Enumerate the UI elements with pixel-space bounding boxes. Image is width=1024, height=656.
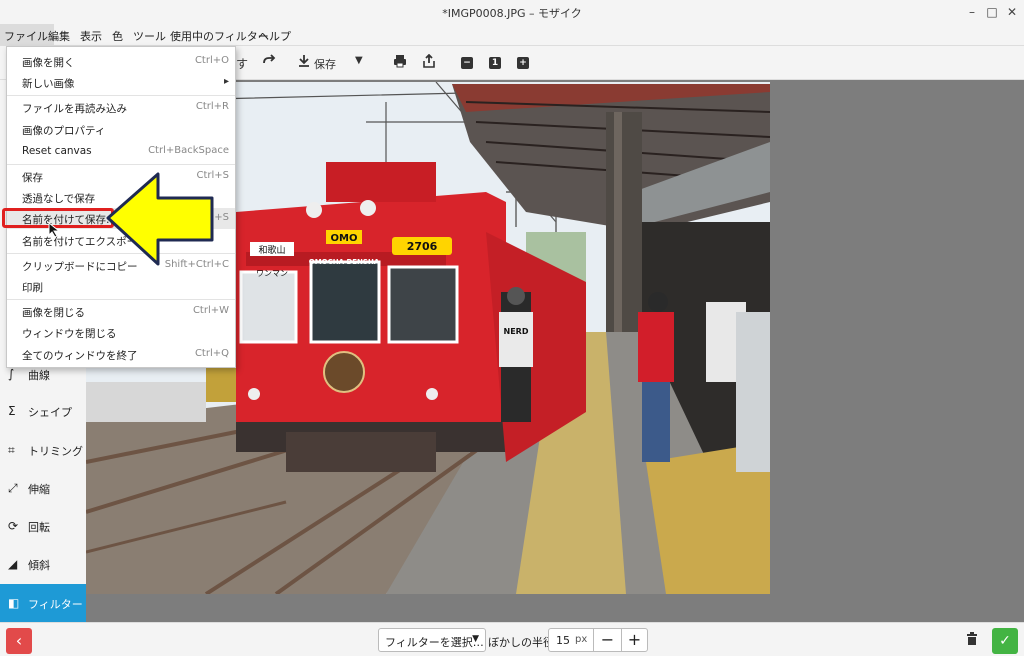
shape-icon: Σ bbox=[8, 404, 16, 418]
menu-item-close-window[interactable]: ウィンドウを閉じる bbox=[7, 322, 235, 343]
filter-icon: ◧ bbox=[8, 596, 20, 610]
menu-item-label: ファイルを再読み込み bbox=[22, 103, 127, 115]
menu-item-label: 画像を閉じる bbox=[22, 307, 85, 319]
menu-file[interactable]: ファイル bbox=[0, 24, 54, 45]
close-icon[interactable]: ✕ bbox=[1004, 4, 1020, 20]
destination-sign-text: 和歌山 bbox=[258, 244, 285, 256]
menu-item-new-image[interactable]: 新しい画像 ▸ bbox=[7, 72, 235, 93]
save-button[interactable]: 保存 bbox=[314, 56, 336, 74]
rotate-icon: ⟳ bbox=[8, 519, 19, 533]
menu-color[interactable]: 色 bbox=[112, 28, 123, 44]
tool-shape[interactable]: Σ シェイプ bbox=[0, 393, 86, 429]
menu-item-label: 画像のプロパティ bbox=[22, 125, 106, 137]
menu-item-label: 新しい画像 bbox=[22, 78, 75, 90]
crop-icon: ⌗ bbox=[8, 443, 15, 457]
car-number-text: 2706 bbox=[407, 240, 438, 253]
arrow-annotation-icon bbox=[106, 172, 214, 266]
menu-separator bbox=[7, 95, 235, 96]
blur-radius-label: ぼかしの半径 bbox=[488, 636, 554, 649]
chevron-right-icon: ▸ bbox=[223, 76, 229, 87]
chevron-down-icon[interactable]: ▼ bbox=[355, 55, 363, 73]
share-icon[interactable] bbox=[422, 54, 436, 72]
menu-item-open-image[interactable]: 画像を開く Ctrl+O bbox=[7, 51, 235, 72]
tool-filter-label: フィルター bbox=[28, 598, 83, 611]
menu-item-label: 画像を開く bbox=[22, 57, 75, 69]
toolbar-partial-label: す bbox=[236, 57, 249, 71]
menu-item-print[interactable]: 印刷 bbox=[7, 276, 235, 297]
menu-item-quit-all[interactable]: 全てのウィンドウを終了 Ctrl+Q bbox=[7, 344, 235, 365]
increment-button[interactable]: + bbox=[621, 629, 647, 651]
blur-radius-unit: px bbox=[575, 634, 588, 645]
decrement-button[interactable]: − bbox=[593, 629, 621, 651]
menu-item-label: ウィンドウを閉じる bbox=[22, 328, 117, 340]
menu-item-label: 透過なしで保存 bbox=[22, 193, 96, 205]
curve-icon: ∫ bbox=[8, 367, 15, 381]
menu-help[interactable]: ヘルプ bbox=[258, 28, 291, 44]
tool-scale[interactable]: ⤢ 伸縮 bbox=[0, 470, 86, 506]
menu-item-reload-file[interactable]: ファイルを再読み込み Ctrl+R bbox=[7, 97, 235, 118]
delete-icon[interactable] bbox=[966, 632, 978, 648]
tool-crop[interactable]: ⌗ トリミング bbox=[0, 432, 86, 468]
tool-filter[interactable]: ◧ フィルター bbox=[0, 584, 86, 622]
tool-skew[interactable]: ◢ 傾斜 bbox=[0, 546, 86, 582]
menu-item-shortcut: Ctrl+O bbox=[194, 55, 229, 66]
tool-rotate-label: 回転 bbox=[28, 521, 50, 534]
bottom-bar: ‹ フィルターを選択… ▼ ぼかしの半径 15 px − + ✓ bbox=[0, 622, 1024, 656]
menu-bar: ファイル 編集 表示 色 ツール 使用中のフィルター ヘルプ bbox=[0, 24, 1024, 46]
filter-select-value: フィルターを選択… bbox=[385, 636, 484, 649]
wanman-text: ワンマン bbox=[256, 269, 288, 278]
menu-item-label: 保存 bbox=[22, 172, 43, 184]
tool-skew-label: 傾斜 bbox=[28, 559, 50, 572]
menu-item-reset-canvas[interactable]: Reset canvas Ctrl+BackSpace bbox=[7, 141, 235, 162]
menu-item-shortcut: Ctrl+W bbox=[192, 305, 229, 316]
blur-radius-stepper[interactable]: 15 px − + bbox=[548, 628, 648, 652]
menu-active-filters[interactable]: 使用中のフィルター bbox=[170, 28, 269, 44]
tool-scale-label: 伸縮 bbox=[28, 483, 50, 496]
menu-tools[interactable]: ツール bbox=[133, 28, 166, 44]
menu-item-shortcut: Ctrl+BackSpace bbox=[148, 145, 229, 156]
title-bar: *IMGP0008.JPG – モザイク – □ ✕ bbox=[0, 0, 1024, 24]
blur-radius-value[interactable]: 15 bbox=[556, 634, 570, 647]
tool-shape-label: シェイプ bbox=[28, 406, 72, 419]
shirt-text: NERD bbox=[504, 327, 529, 336]
menu-item-image-properties[interactable]: 画像のプロパティ bbox=[7, 119, 235, 140]
menu-item-shortcut: Ctrl+Q bbox=[194, 348, 229, 359]
omo-sign-text: OMO bbox=[331, 233, 358, 244]
menu-item-shortcut: Ctrl+R bbox=[195, 101, 229, 112]
redo-icon[interactable] bbox=[262, 54, 276, 72]
skew-icon: ◢ bbox=[8, 557, 18, 571]
back-button[interactable]: ‹ bbox=[6, 628, 32, 654]
mouse-cursor-icon bbox=[48, 222, 61, 238]
print-icon[interactable] bbox=[393, 54, 407, 72]
menu-separator bbox=[7, 164, 235, 165]
menu-item-label: Reset canvas bbox=[22, 145, 92, 157]
filter-select[interactable]: フィルターを選択… ▼ bbox=[378, 628, 486, 652]
minimize-icon[interactable]: – bbox=[964, 4, 980, 20]
train-name-text: OMOCHA DENSHA bbox=[309, 258, 380, 266]
tool-rotate[interactable]: ⟳ 回転 bbox=[0, 508, 86, 544]
zoom-out-icon[interactable]: − bbox=[461, 54, 473, 72]
maximize-icon[interactable]: □ bbox=[984, 4, 1000, 20]
chevron-down-icon: ▼ bbox=[472, 634, 479, 644]
menu-separator bbox=[7, 299, 235, 300]
scale-icon: ⤢ bbox=[8, 481, 18, 495]
menu-view[interactable]: 表示 bbox=[80, 28, 102, 44]
menu-item-close-image[interactable]: 画像を閉じる Ctrl+W bbox=[7, 301, 235, 322]
tool-crop-label: トリミング bbox=[28, 445, 83, 458]
apply-button[interactable]: ✓ bbox=[992, 628, 1018, 654]
tool-curve-label: 曲線 bbox=[28, 369, 50, 382]
chevron-left-icon: ‹ bbox=[15, 631, 23, 650]
menu-item-label: 印刷 bbox=[22, 282, 43, 294]
menu-item-label: 全てのウィンドウを終了 bbox=[22, 350, 138, 362]
zoom-original-icon[interactable]: 1 bbox=[489, 54, 501, 72]
menu-edit[interactable]: 編集 bbox=[48, 28, 70, 44]
zoom-in-icon[interactable]: + bbox=[517, 54, 529, 72]
window-title: *IMGP0008.JPG – モザイク bbox=[442, 7, 582, 20]
check-icon: ✓ bbox=[999, 633, 1011, 649]
save-icon[interactable] bbox=[298, 54, 310, 72]
